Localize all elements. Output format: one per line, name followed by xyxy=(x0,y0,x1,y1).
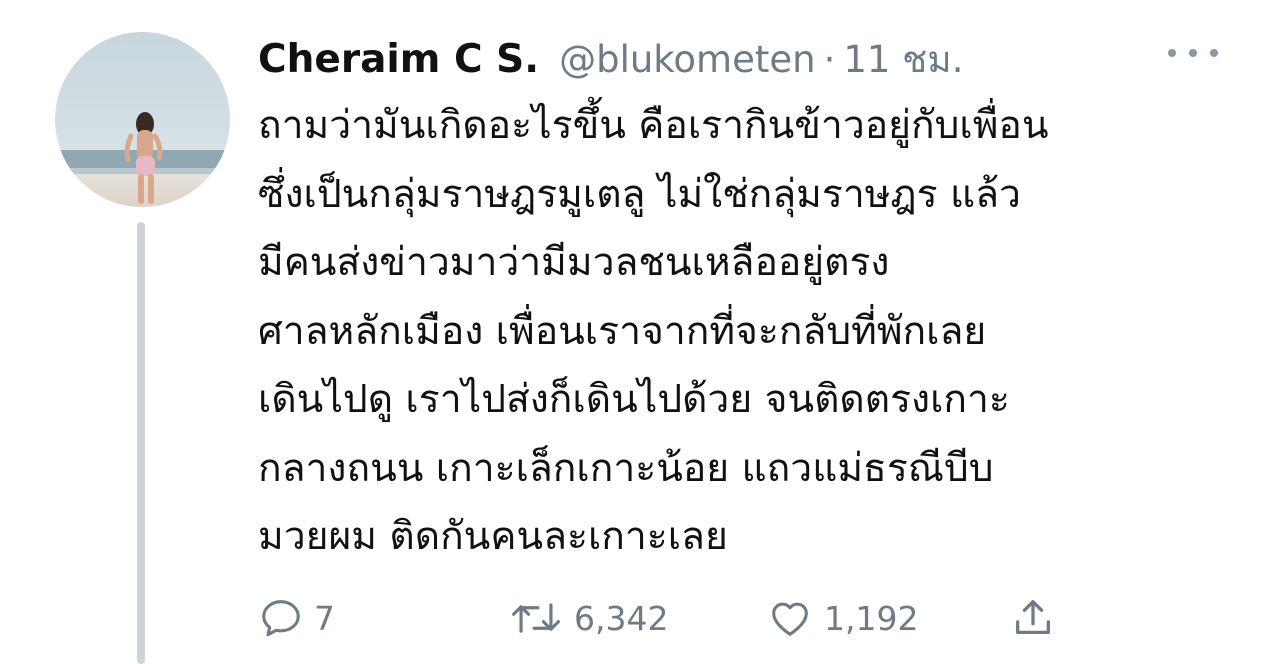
retweet-button[interactable]: 6,342 xyxy=(508,588,668,648)
user-handle[interactable]: @blukometen xyxy=(559,38,816,81)
like-count: 1,192 xyxy=(824,598,919,638)
tweet-body-line: มีคนส่งข่าวมาว่ามีมวลชนเหลืออยู่ตรง xyxy=(258,240,890,285)
more-icon[interactable] xyxy=(1168,46,1218,60)
avatar-image xyxy=(55,32,230,207)
tweet-timestamp[interactable]: 11 ชม. xyxy=(843,30,963,89)
tweet-body-line: กลางถนน เกาะเล็กเกาะน้อย แถวแม่ธรณีบีบ xyxy=(258,445,994,491)
reply-button[interactable]: 7 xyxy=(258,588,335,648)
tweet-body-line: ซึ่งเป็นกลุ่มราษฎรมูเตลู ไม่ใช่กลุ่มราษฎ… xyxy=(258,171,1021,217)
tweet-body-line: เดินไปดู เราไปส่งก็เดินไปด้วย จนติดตรงเก… xyxy=(258,377,1010,422)
share-icon xyxy=(1010,594,1056,642)
heart-icon xyxy=(766,595,814,641)
avatar[interactable] xyxy=(55,32,230,207)
reply-count: 7 xyxy=(314,598,335,638)
more-icon-dot xyxy=(1189,49,1197,57)
share-button[interactable] xyxy=(1010,588,1056,648)
more-icon-dot xyxy=(1168,49,1176,57)
tweet-body: ถามว่ามันเกิดอะไรขึ้น คือเรากินข้าวอยู่ก… xyxy=(258,92,1218,572)
more-icon-dot xyxy=(1210,49,1218,57)
display-name[interactable]: Cheraim C S. xyxy=(258,37,539,82)
tweet-body-line: ถามว่ามันเกิดอะไรขึ้น คือเรากินข้าวอยู่ก… xyxy=(258,103,1049,148)
reply-icon xyxy=(258,595,304,641)
retweet-count: 6,342 xyxy=(574,598,669,638)
tweet-body-line: ศาลหลักเมือง เพื่อนเราจากที่จะกลับที่พัก… xyxy=(258,308,987,354)
tweet-body-line: มวยผม ติดกันคนละเกาะเลย xyxy=(258,514,728,559)
like-button[interactable]: 1,192 xyxy=(766,588,918,648)
tweet: Cheraim C S. @blukometen · 11 ชม. ถามว่า… xyxy=(0,0,1280,664)
tweet-actions: 7 6,342 1,192 xyxy=(258,588,1158,648)
retweet-icon xyxy=(508,595,564,641)
tweet-header: Cheraim C S. @blukometen · 11 ชม. xyxy=(258,34,963,84)
separator-dot: · xyxy=(823,37,836,81)
thread-connector-line xyxy=(137,222,145,664)
